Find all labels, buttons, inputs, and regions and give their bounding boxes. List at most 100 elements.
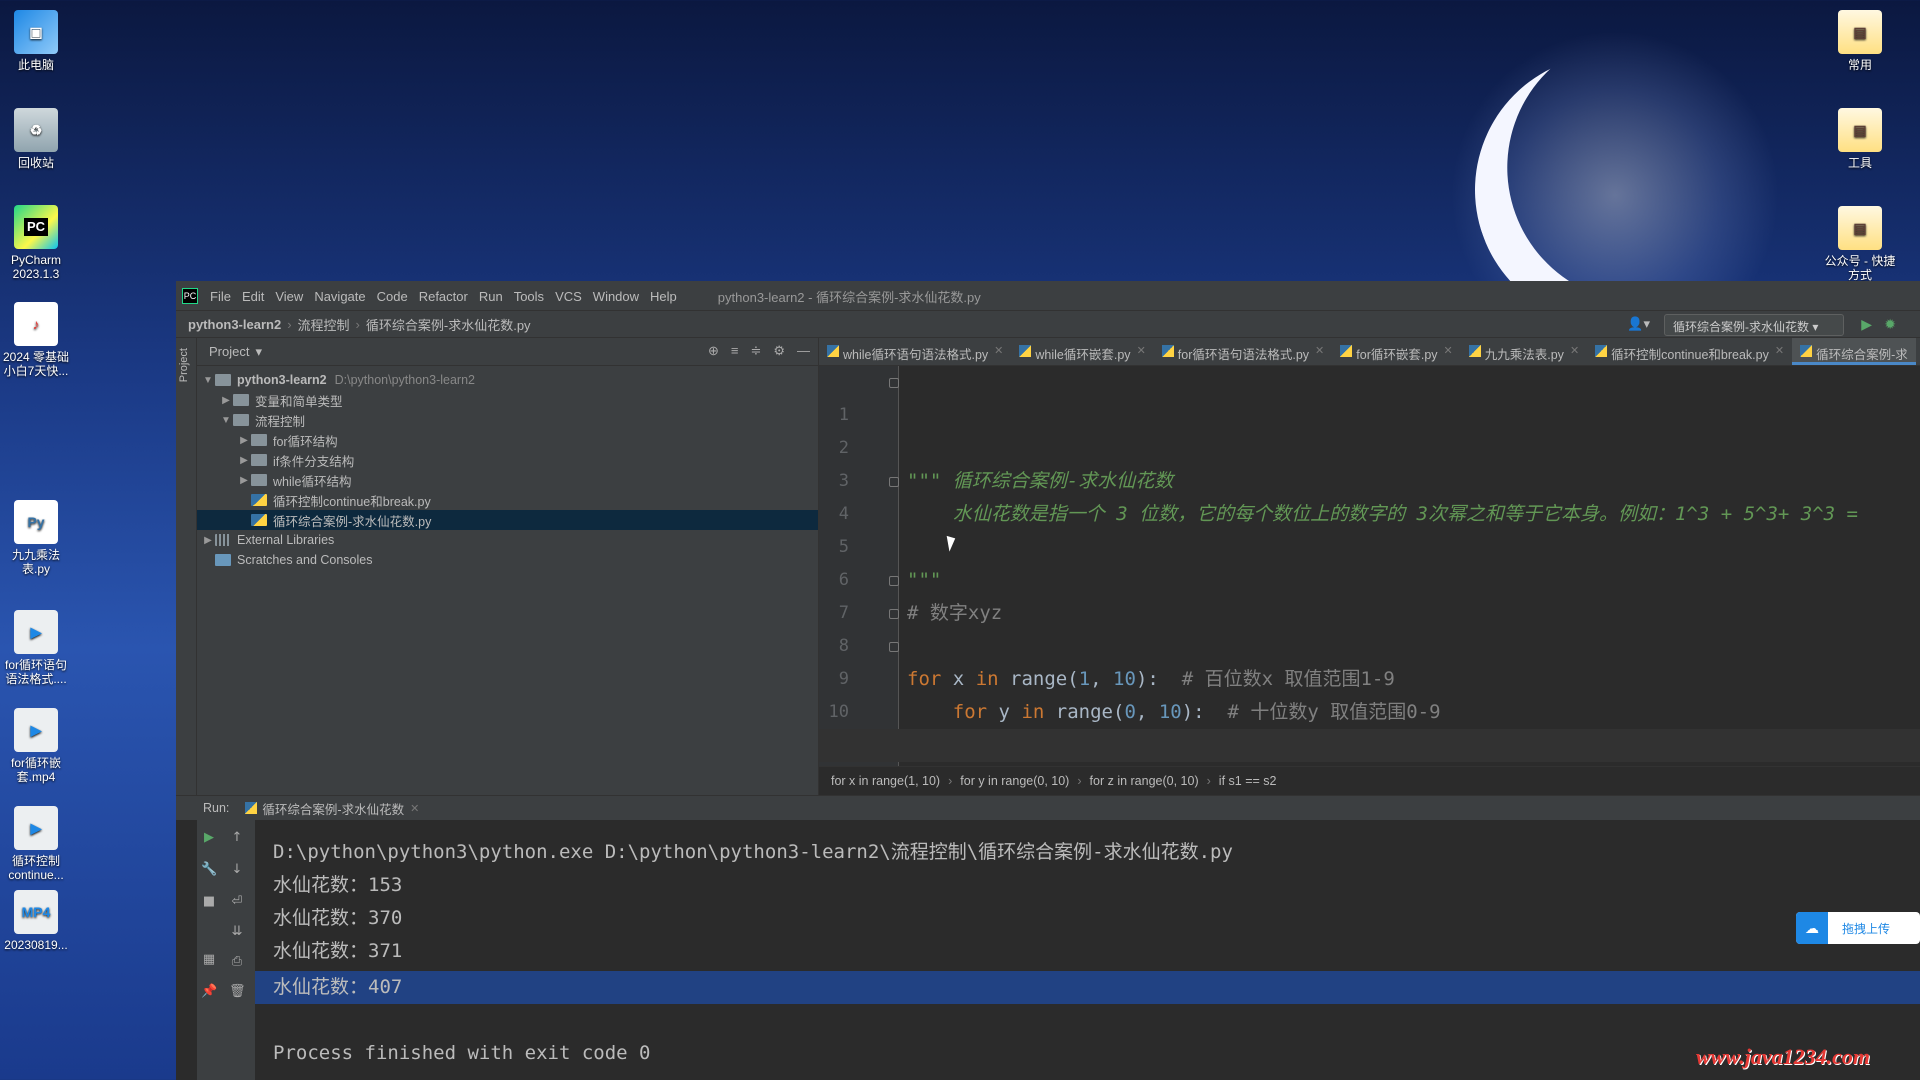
close-icon[interactable]: ✕ [994,344,1003,365]
soft-wrap-icon[interactable]: ⏎ [229,894,245,909]
expand-all-icon[interactable]: ≡ [731,343,739,359]
desktop-icon-mp4[interactable]: MP4 20230819... [0,890,72,952]
stop-icon[interactable]: ■ [201,894,217,909]
chevron-right-icon[interactable]: ▶ [201,535,215,546]
gear-icon[interactable]: ⚙ [773,343,785,359]
wrench-icon[interactable]: 🔧 [201,862,217,877]
code-crumb[interactable]: for y in range(0, 10) [960,774,1069,788]
code-line[interactable]: 10 s1 = x * 100 + y * 10 + z # xyz值本身 [819,663,1920,756]
tree-item-for-loop[interactable]: ▶ for循环结构 [197,430,818,450]
arrow-down-icon[interactable]: ↓ [229,862,245,877]
desktop-icon-loop-control-video[interactable]: ▶ 循环控制continue... [0,806,72,882]
chevron-down-icon[interactable]: ▼ [201,375,215,386]
tab-for-nested[interactable]: for循环嵌套.py ✕ [1332,338,1460,365]
code-crumb[interactable]: if s1 == s2 [1219,774,1277,788]
code-line[interactable]: 6 # 数字xyz [819,531,1920,624]
print-icon[interactable]: ⎙ [229,954,245,969]
tree-item-flow-control[interactable]: ▼ 流程控制 [197,410,818,430]
tab-narcissistic[interactable]: 循环综合案例-求 [1792,338,1916,365]
tree-item-project-root[interactable]: ▼ python3-learn2 D:\python\python3-learn… [197,370,818,390]
desktop-icon-common[interactable]: ▤ 常用 [1824,10,1896,72]
menu-edit[interactable]: Edit [242,289,264,304]
tree-item-while-loop[interactable]: ▶ while循环结构 [197,470,818,490]
tree-item-external-libraries[interactable]: ▶ External Libraries [197,530,818,550]
desktop-icon-course-doc[interactable]: ♪ 2024 零基础小白7天快... [0,302,72,378]
fold-icon[interactable] [889,378,899,388]
menu-run[interactable]: Run [479,289,503,304]
desktop-icon-pycharm[interactable]: PC PyCharm 2023.1.3 [0,205,72,281]
chevron-down-icon[interactable]: ▾ [255,344,262,360]
user-icon[interactable]: 👤▾ [1627,316,1650,332]
breadcrumb-file[interactable]: 循环综合案例-求水仙花数.py [366,315,531,334]
hide-icon[interactable]: — [797,343,810,359]
chevron-right-icon[interactable]: ▶ [237,435,251,446]
menu-window[interactable]: Window [593,289,639,304]
code-line[interactable]: 7 for x in range(1, 10): # 百位数x 取值范围1-9 [819,564,1920,690]
code-line[interactable]: 4 """ [819,465,1920,591]
close-icon[interactable]: ✕ [1570,344,1579,365]
pin-icon[interactable]: 📌 [201,984,217,999]
project-tool-button[interactable]: Project [178,348,190,382]
desktop-icon-recycle-bin[interactable]: ♻ 回收站 [0,108,72,170]
menu-refactor[interactable]: Refactor [419,289,468,304]
fold-icon[interactable] [889,576,899,586]
menu-help[interactable]: Help [650,289,677,304]
code-line[interactable]: 2 循环综合案例-求水仙花数 [819,399,1920,492]
desktop-icon-this-pc[interactable]: ▣ 此电脑 [0,10,72,72]
close-icon[interactable]: ✕ [410,802,419,815]
collapse-all-icon[interactable]: ≑ [750,343,761,359]
run-config-dropdown[interactable]: 循环综合案例-求水仙花数 ▾ [1664,314,1844,336]
menu-navigate[interactable]: Navigate [314,289,365,304]
project-view-selector[interactable]: Project [209,344,249,359]
code-line[interactable]: 11 s2 = x ** 3 + y ** 3 + z ** 3 # 每个数位上… [819,696,1920,755]
menu-tools[interactable]: Tools [514,289,544,304]
tab-while-nested[interactable]: while循环嵌套.py ✕ [1011,338,1153,365]
menu-code[interactable]: Code [377,289,408,304]
menu-vcs[interactable]: VCS [555,289,582,304]
tree-item-narcissistic-file[interactable]: 循环综合案例-求水仙花数.py [197,510,818,530]
fold-icon[interactable] [889,477,899,487]
chevron-right-icon[interactable]: ▶ [237,455,251,466]
debug-icon[interactable]: ✹ [1884,316,1896,333]
tree-item-scratches[interactable]: Scratches and Consoles [197,550,818,570]
code-line[interactable]: 9 for z in range(0, 10): # 个位数z 取值范围0-9 [819,630,1920,756]
trash-icon[interactable]: 🗑 [229,984,246,999]
scroll-to-end-icon[interactable]: ⇊ [229,924,245,939]
desktop-icon-multiplication-py[interactable]: Py 九九乘法表.py [0,500,72,576]
close-icon[interactable]: ✕ [1775,344,1784,365]
desktop-icon-for-syntax-video[interactable]: ▶ for循环语句语法格式.... [0,610,72,686]
tab-while-syntax[interactable]: while循环语句语法格式.py ✕ [819,338,1011,365]
close-icon[interactable]: ✕ [1137,344,1146,365]
chevron-right-icon[interactable]: ▶ [237,475,251,486]
arrow-up-icon[interactable]: ↑ [229,830,245,845]
code-line-current[interactable]: 12 if s1 == s2: [819,729,1920,762]
menu-view[interactable]: View [275,289,303,304]
menu-file[interactable]: File [210,289,231,304]
tree-item-loop-control-file[interactable]: 循环控制continue和break.py [197,490,818,510]
desktop-icon-wechat-shortcut[interactable]: ▤ 公众号 - 快捷方式 [1824,206,1896,282]
locate-icon[interactable]: ⊕ [708,343,719,359]
tab-for-syntax[interactable]: for循环语句语法格式.py ✕ [1154,338,1332,365]
chevron-down-icon[interactable]: ▼ [219,415,233,426]
desktop-icon-for-nested-video[interactable]: ▶ for循环嵌套.mp4 [0,708,72,784]
upload-button[interactable]: ☁ 拖拽上传 [1796,912,1920,944]
code-line[interactable]: 3 水仙花数是指一个 3 位数，它的每个数位上的数字的 3次幂之和等于它本身。例… [819,432,1920,525]
tab-loop-control[interactable]: 循环控制continue和break.py ✕ [1587,338,1792,365]
desktop-icon-tools[interactable]: ▤ 工具 [1824,108,1896,170]
breadcrumb-folder[interactable]: 流程控制 [298,315,350,334]
chevron-right-icon[interactable]: ▶ [219,395,233,406]
fold-icon[interactable] [889,609,899,619]
code-crumb[interactable]: for x in range(1, 10) [831,774,940,788]
tree-item-if-branch[interactable]: ▶ if条件分支结构 [197,450,818,470]
code-crumb[interactable]: for z in range(0, 10) [1090,774,1199,788]
fold-icon[interactable] [889,642,899,652]
close-icon[interactable]: ✕ [1444,344,1453,365]
code-line[interactable]: 5 [819,498,1920,557]
layout-icon[interactable]: ▦ [201,952,217,967]
console-output[interactable]: D:\python\python3\python.exe D:\python\p… [255,820,1920,1080]
code-area[interactable]: 1 """ 2 循环综合案例-求水仙花数 3 水仙花数是指一个 3 位数，它的每… [819,366,1920,766]
code-line[interactable]: 8 for y in range(0, 10): # 十位数y 取值范围0-9 [819,597,1920,723]
run-icon[interactable]: ▶ [1861,316,1872,333]
tree-item-variables[interactable]: ▶ 变量和简单类型 [197,390,818,410]
run-tab[interactable]: 循环综合案例-求水仙花数 ✕ [245,799,419,818]
